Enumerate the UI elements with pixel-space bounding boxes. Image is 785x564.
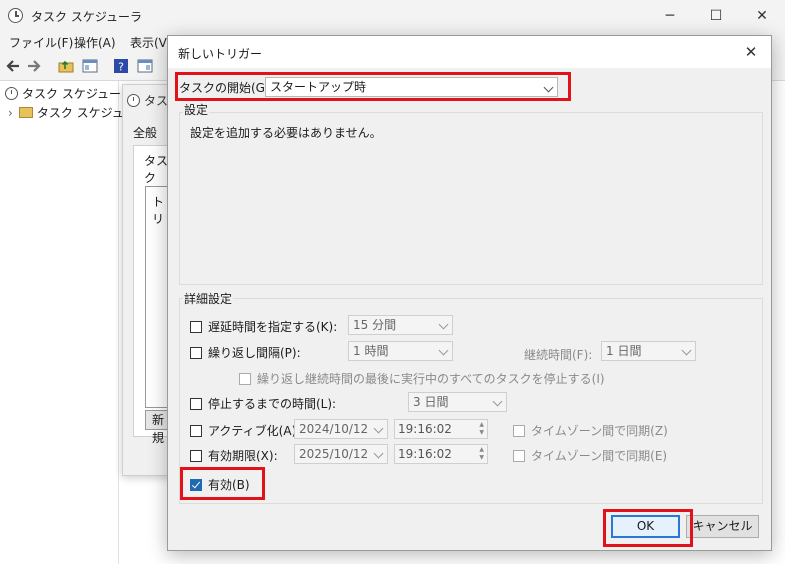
chevron-down-icon [438,345,449,356]
spinner-arrows-icon[interactable]: ▲ ▼ [479,446,484,462]
navigation-tree: タスク スケジューラ (ロ › タスク スケジューラ [0,81,153,564]
properties-window-title: タス [127,92,168,109]
advanced-settings-label: 詳細設定 [183,290,234,307]
ok-button[interactable]: OK [611,515,680,538]
minimize-button[interactable]: ─ [647,0,693,32]
menu-view[interactable]: 表示(V) [130,34,172,51]
repeat-checkbox[interactable]: 繰り返し間隔(P): [190,344,301,361]
clock-icon [5,87,18,100]
tab-general[interactable]: 全般 [133,124,157,141]
activate-sync-timezone-checkbox[interactable]: タイムゾーン間で同期(Z) [513,422,668,439]
clock-icon [127,94,140,107]
duration-select[interactable]: 1 日間 [601,341,696,361]
cancel-button[interactable]: キャンセル [686,515,759,538]
begin-task-label: タスクの開始(G): [179,81,274,95]
chevron-down-icon [681,345,692,356]
action-pane-icon[interactable] [137,58,153,74]
dialog-title: 新しいトリガー [178,47,263,61]
stop-after-select[interactable]: 3 日間 [408,392,507,412]
begin-task-select[interactable]: スタートアップ時 [265,77,558,97]
svg-text:?: ? [118,61,124,74]
delay-select[interactable]: 15 分間 [348,315,453,335]
spinner-arrows-icon[interactable]: ▲ ▼ [479,421,484,437]
stop-running-tasks-checkbox[interactable]: 繰り返し継続時間の最後に実行中のすべてのタスクを停止する(I) [239,370,605,387]
checkmark-icon[interactable] [190,479,202,491]
help-icon[interactable]: ? [113,58,129,74]
forward-arrow-icon[interactable] [26,58,42,74]
checkbox-box[interactable] [190,321,202,333]
maximize-button[interactable]: ☐ [693,0,739,32]
main-title-bar: タスク スケジューラ ─ ☐ ✕ [0,0,785,32]
activate-date-picker[interactable]: 2024/10/12 [294,419,388,439]
activate-time-spinner[interactable]: 19:16:02 ▲ ▼ [394,419,488,439]
dialog-close-button[interactable]: ✕ [739,40,763,64]
expire-sync-timezone-checkbox[interactable]: タイムゾーン間で同期(E) [513,447,667,464]
folder-icon [18,107,33,118]
delay-checkbox[interactable]: 遅延時間を指定する(K): [190,318,337,335]
show-hide-tree-icon[interactable] [82,58,98,74]
dialog-title-bar: 新しいトリガー ✕ [168,36,771,68]
enabled-checkbox[interactable]: 有効(B) [190,476,250,493]
activate-checkbox[interactable]: アクティブ化(A): [190,422,300,439]
clock-icon [8,8,23,23]
checkbox-box[interactable] [513,425,525,437]
chevron-down-icon [373,423,384,434]
checkbox-box[interactable] [190,398,202,410]
checkbox-box[interactable] [190,425,202,437]
settings-group-label: 設定 [183,101,210,118]
settings-message: 設定を追加する必要はありません。 [190,126,382,140]
repeat-interval-select[interactable]: 1 時間 [348,341,453,361]
checkbox-box[interactable] [239,373,251,385]
menu-file[interactable]: ファイル(F) [9,34,73,51]
expire-time-spinner[interactable]: 19:16:02 ▲ ▼ [394,444,488,464]
chevron-down-icon [373,448,384,459]
expire-date-picker[interactable]: 2025/10/12 [294,444,388,464]
back-arrow-icon[interactable] [5,58,21,74]
chevron-right-icon[interactable]: › [8,106,13,120]
expire-checkbox[interactable]: 有効期限(X): [190,447,278,464]
stop-after-checkbox[interactable]: 停止するまでの時間(L): [190,395,336,412]
chevron-down-icon [543,82,554,93]
chevron-down-icon [438,319,449,330]
chevron-down-icon [492,396,503,407]
begin-task-value: スタートアップ時 [270,80,367,94]
checkbox-box[interactable] [513,450,525,462]
menu-action[interactable]: 操作(A) [74,34,116,51]
duration-label: 継続時間(F): [524,348,593,362]
up-folder-icon[interactable] [58,58,74,74]
close-button[interactable]: ✕ [739,0,785,32]
new-trigger-dialog: 新しいトリガー ✕ タスクの開始(G): スタートアップ時 設定 設定を追加する… [167,35,772,551]
checkbox-box[interactable] [190,347,202,359]
main-window-title: タスク スケジューラ [31,10,142,24]
checkbox-box[interactable] [190,450,202,462]
